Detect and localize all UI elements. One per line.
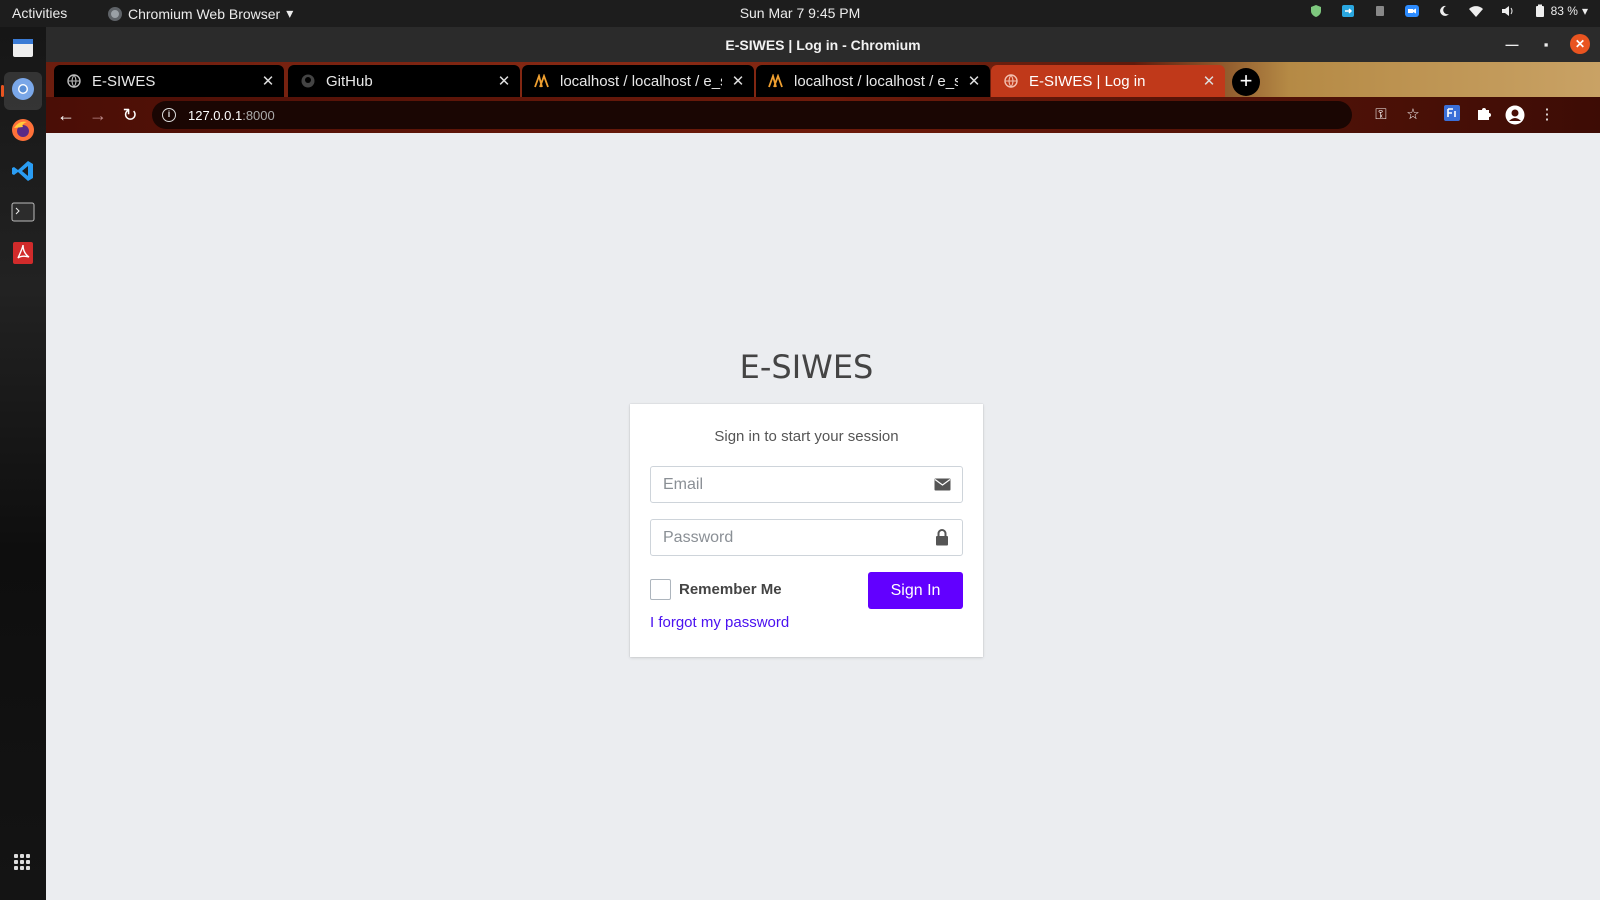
pdf-icon — [12, 241, 34, 270]
window-titlebar[interactable]: E-SIWES | Log in - Chromium — ▪ ✕ — [46, 27, 1600, 62]
page-content: E-SIWES Sign in to start your session Re… — [46, 133, 1600, 900]
more-menu-icon[interactable]: ⋮ — [1537, 105, 1557, 125]
vscode-icon — [11, 159, 35, 188]
tab-label: E-SIWES | Log in — [1029, 72, 1146, 90]
volume-icon[interactable] — [1501, 4, 1515, 18]
wifi-icon[interactable] — [1468, 4, 1483, 18]
system-tray[interactable]: 83 % ▾ — [1309, 4, 1588, 18]
extension-fi-icon[interactable] — [1442, 105, 1462, 125]
tab-label: GitHub — [326, 72, 373, 90]
chevron-down-icon: ▾ — [1581, 4, 1588, 18]
key-icon[interactable]: ⚿ — [1371, 105, 1391, 125]
tab-esiwes-login[interactable]: E-SIWES | Log in ✕ — [991, 65, 1225, 97]
email-field[interactable] — [650, 466, 963, 503]
terminal-icon — [11, 202, 35, 227]
lock-icon — [922, 529, 962, 546]
globe-icon — [1003, 73, 1019, 89]
battery-percent: 83 % — [1550, 4, 1578, 18]
browser-window: E-SIWES | Log in - Chromium — ▪ ✕ E-SIWE… — [46, 27, 1600, 900]
tab-label: E-SIWES — [92, 72, 156, 90]
tab-close-icon[interactable]: ✕ — [966, 72, 982, 90]
back-button[interactable]: ← — [54, 103, 78, 127]
site-info-icon[interactable]: i — [162, 108, 176, 122]
show-applications-icon[interactable] — [14, 854, 30, 870]
dock — [0, 27, 46, 900]
email-input[interactable] — [651, 467, 922, 502]
github-icon — [300, 73, 316, 89]
tab-close-icon[interactable]: ✕ — [730, 72, 746, 90]
tab-github[interactable]: GitHub ✕ — [288, 65, 520, 97]
clipboard-icon[interactable] — [1373, 4, 1387, 18]
files-icon — [11, 37, 35, 64]
tab-phpmyadmin-1[interactable]: localhost / localhost / e_siwes ✕ — [522, 65, 754, 97]
new-tab-button[interactable]: + — [1232, 68, 1260, 96]
sign-in-button[interactable]: Sign In — [868, 572, 963, 609]
dock-firefox[interactable] — [4, 113, 42, 151]
profile-avatar-icon[interactable] — [1505, 105, 1525, 125]
tab-esiwes[interactable]: E-SIWES ✕ — [54, 65, 284, 97]
window-title: E-SIWES | Log in - Chromium — [725, 37, 921, 53]
tab-strip: E-SIWES ✕ GitHub ✕ localhost / localhost… — [46, 62, 1600, 97]
chromium-icon — [11, 77, 35, 106]
dock-pdf-reader[interactable] — [4, 236, 42, 274]
tab-close-icon[interactable]: ✕ — [1201, 72, 1217, 90]
reload-button[interactable]: ↻ — [118, 103, 142, 127]
firefox-icon — [11, 118, 35, 147]
address-bar[interactable]: i 127.0.0.1:8000 — [152, 101, 1352, 129]
dock-terminal[interactable] — [4, 195, 42, 233]
tab-phpmyadmin-2[interactable]: localhost / localhost / e_siwes ✕ — [756, 65, 990, 97]
phpmyadmin-icon — [534, 73, 550, 89]
phpmyadmin-icon — [768, 73, 784, 89]
remember-me-checkbox[interactable]: Remember Me — [650, 579, 782, 600]
dock-chromium[interactable] — [1, 72, 42, 110]
zoom-icon[interactable] — [1404, 4, 1419, 18]
tab-label: localhost / localhost / e_siwes — [560, 72, 722, 90]
tab-label: localhost / localhost / e_siwes — [794, 72, 958, 90]
password-field[interactable] — [650, 519, 963, 556]
battery-indicator[interactable]: 83 % ▾ — [1533, 4, 1588, 18]
close-window-button[interactable]: ✕ — [1570, 34, 1590, 54]
envelope-icon — [922, 478, 962, 491]
address-host: 127.0.0.1 — [188, 107, 243, 123]
battery-icon — [1533, 4, 1547, 18]
forgot-password-link[interactable]: I forgot my password — [650, 614, 789, 631]
extensions-puzzle-icon[interactable] — [1474, 105, 1494, 125]
forward-button[interactable]: → — [86, 103, 110, 127]
password-input[interactable] — [651, 520, 922, 555]
dock-files[interactable] — [4, 31, 42, 69]
checkbox-box[interactable] — [650, 579, 671, 600]
dock-vscode[interactable] — [4, 154, 42, 192]
minimize-button[interactable]: — — [1502, 34, 1522, 54]
address-port: :8000 — [242, 107, 275, 123]
login-logo[interactable]: E-SIWES — [630, 348, 983, 386]
system-top-bar: Activities Chromium Web Browser ▾ Sun Ma… — [0, 0, 1600, 27]
shield-icon[interactable] — [1309, 4, 1323, 18]
remember-me-label[interactable]: Remember Me — [679, 581, 782, 598]
tab-close-icon[interactable]: ✕ — [496, 72, 512, 90]
bookmark-star-icon[interactable]: ☆ — [1403, 105, 1423, 125]
login-card: Sign in to start your session Remember M… — [630, 404, 983, 657]
maximize-button[interactable]: ▪ — [1536, 34, 1556, 54]
globe-icon — [66, 73, 82, 89]
tab-close-icon[interactable]: ✕ — [260, 72, 276, 90]
sync-icon[interactable] — [1341, 4, 1355, 18]
browser-toolbar: ← → ↻ i 127.0.0.1:8000 ⚿ ☆ ⋮ — [46, 97, 1600, 133]
night-light-icon[interactable] — [1437, 4, 1451, 18]
login-box-message: Sign in to start your session — [714, 428, 899, 445]
